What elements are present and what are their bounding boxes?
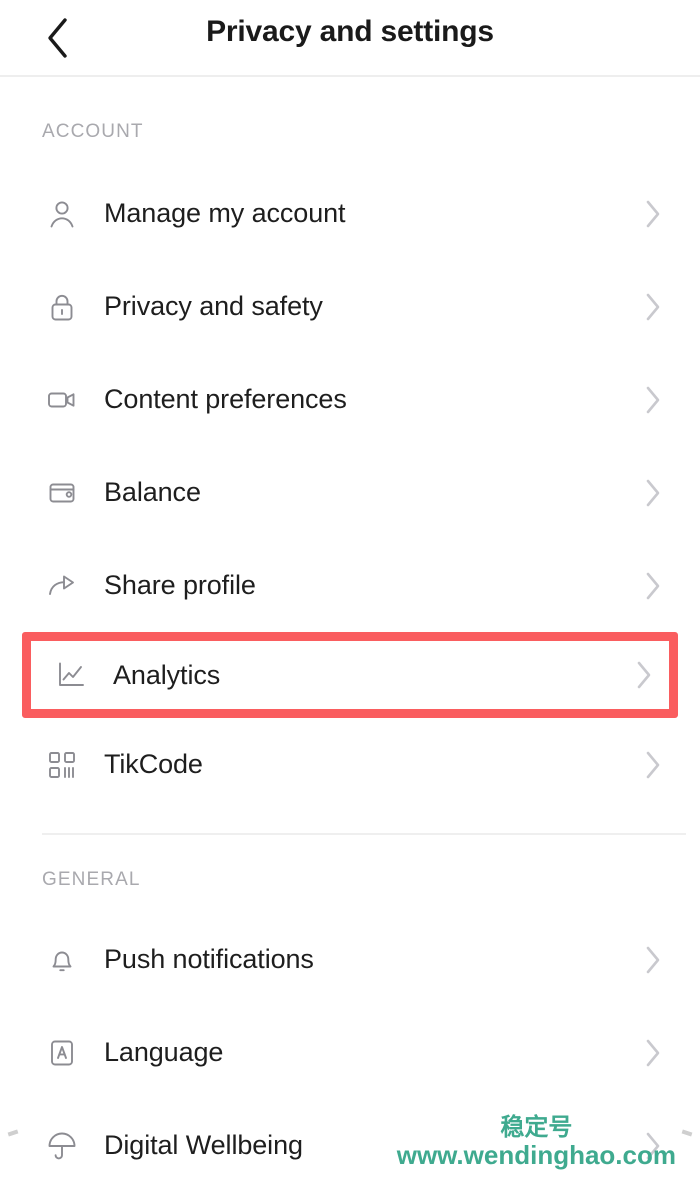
settings-row-push-notifications[interactable]: Push notifications — [0, 913, 700, 1006]
settings-row-tikcode[interactable]: TikCode — [0, 718, 700, 811]
chevron-right-icon[interactable] — [644, 570, 662, 602]
chevron-right-icon[interactable] — [644, 1130, 662, 1162]
chevron-right-icon[interactable] — [635, 659, 653, 691]
chevron-right-icon[interactable] — [644, 291, 662, 323]
section-heading-account: ACCOUNT — [42, 121, 144, 142]
settings-row-label: Privacy and safety — [104, 291, 323, 321]
settings-row-label: Content preferences — [104, 384, 347, 414]
chevron-right-icon[interactable] — [644, 944, 662, 976]
settings-row-label: Language — [104, 1037, 224, 1067]
settings-row-manage-my-account[interactable]: Manage my account — [0, 167, 700, 260]
umbrella-icon — [42, 1126, 82, 1166]
chevron-right-icon[interactable] — [644, 198, 662, 230]
person-icon — [42, 194, 82, 234]
settings-row-share-profile[interactable]: Share profile — [0, 539, 700, 632]
settings-row-label: Digital Wellbeing — [104, 1130, 303, 1160]
settings-row-analytics[interactable]: Analytics — [31, 641, 669, 709]
share-icon — [42, 566, 82, 606]
chevron-right-icon[interactable] — [644, 749, 662, 781]
video-icon — [42, 380, 82, 420]
settings-row-label: TikCode — [104, 749, 203, 779]
settings-row-label: Push notifications — [104, 944, 314, 974]
chevron-right-icon[interactable] — [644, 384, 662, 416]
settings-row-privacy-and-safety[interactable]: Privacy and safety — [0, 260, 700, 353]
chevron-right-icon[interactable] — [644, 1037, 662, 1069]
settings-row-balance[interactable]: Balance — [0, 446, 700, 539]
wallet-icon — [42, 473, 82, 513]
chart-icon — [51, 655, 91, 695]
language-icon — [42, 1033, 82, 1073]
settings-list: ACCOUNT Manage my account Privacy and safe… — [0, 77, 700, 1192]
settings-row-label: Analytics — [113, 659, 221, 690]
highlight-box-analytics: Analytics — [22, 632, 678, 718]
settings-row-label: Share profile — [104, 570, 256, 600]
settings-row-label: Balance — [104, 477, 201, 507]
settings-row-content-preferences[interactable]: Content preferences — [0, 353, 700, 446]
lock-icon — [42, 287, 82, 327]
chevron-right-icon[interactable] — [644, 477, 662, 509]
qr-code-icon — [42, 745, 82, 785]
page-title: Privacy and settings — [206, 15, 494, 48]
section-heading-general: GENERAL — [42, 869, 141, 890]
settings-row-digital-wellbeing[interactable]: Digital Wellbeing — [0, 1099, 700, 1192]
settings-row-language[interactable]: Language — [0, 1006, 700, 1099]
bell-icon — [42, 940, 82, 980]
settings-row-label: Manage my account — [104, 198, 346, 228]
app-header: Privacy and settings — [0, 0, 700, 77]
